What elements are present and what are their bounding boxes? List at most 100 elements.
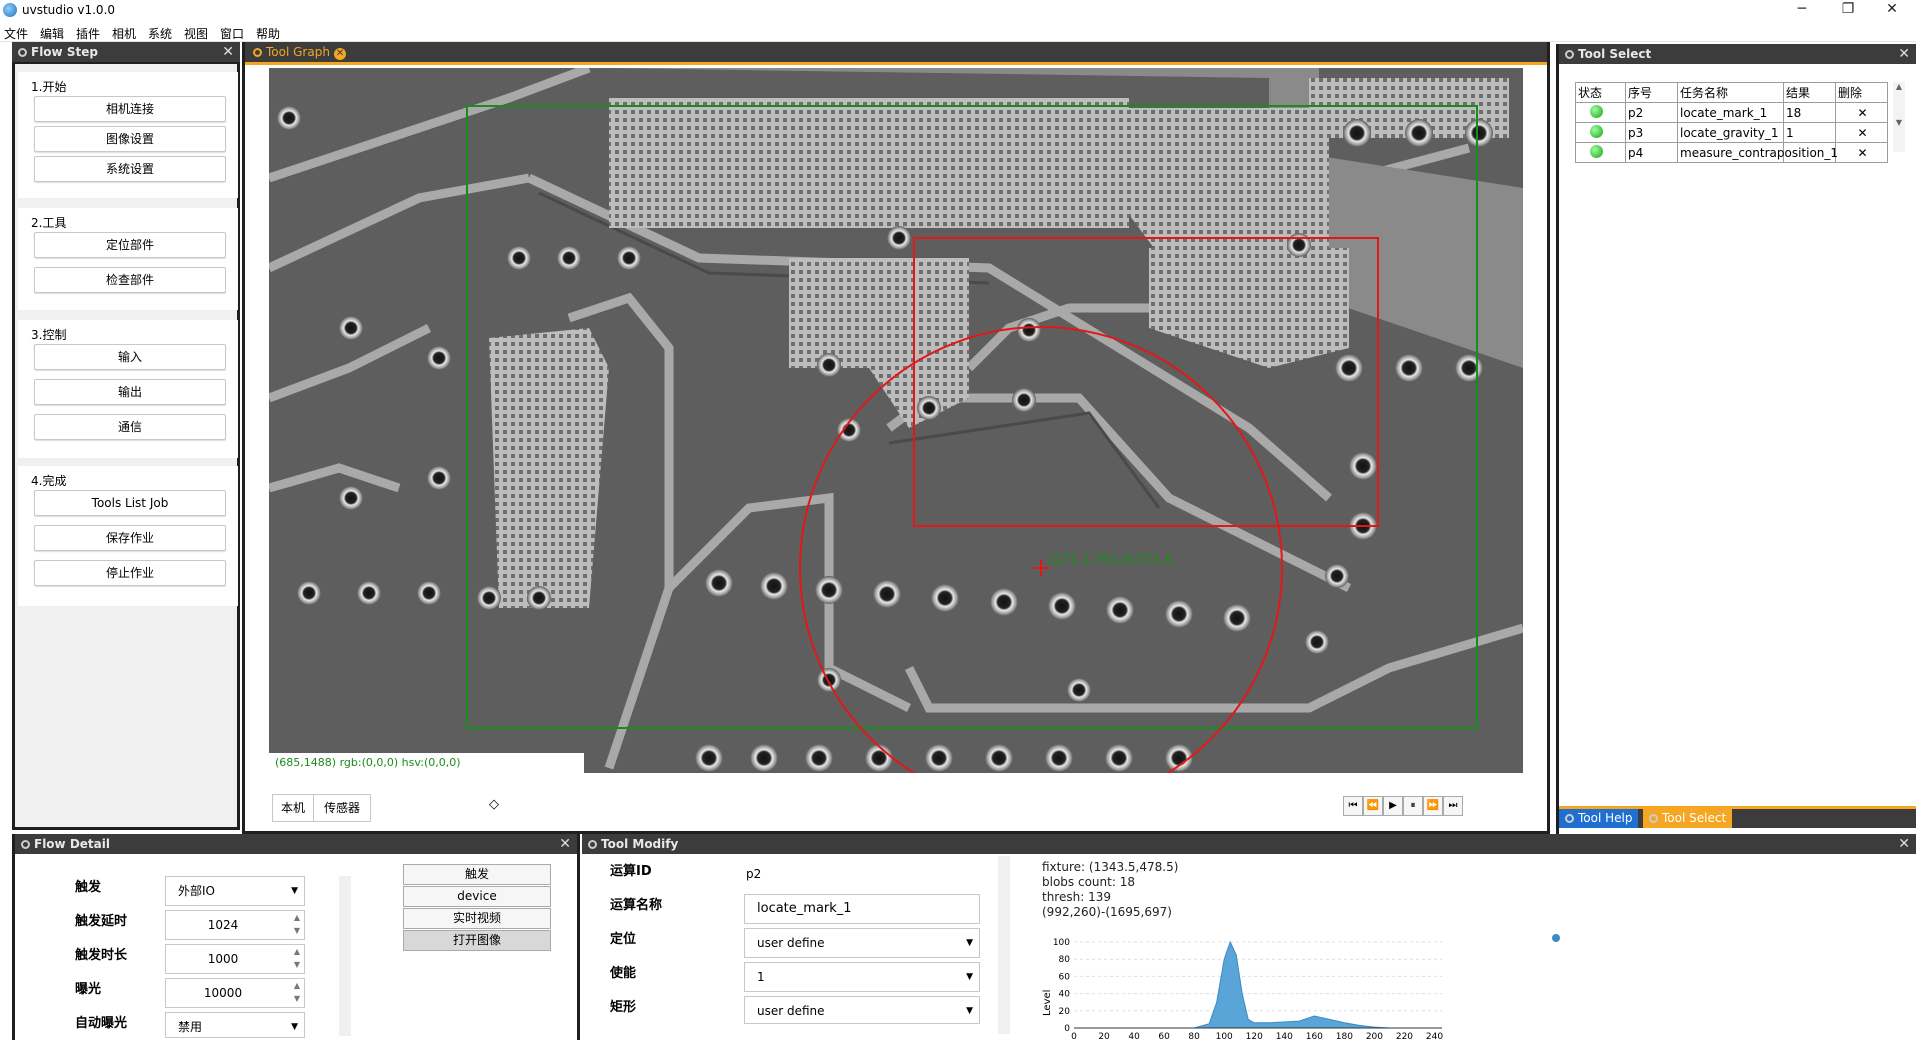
flow-group-control: 3.控制 输入 输出 通信 — [18, 320, 238, 458]
flow-group-finish: 4.完成 Tools List Job 保存作业 停止作业 — [18, 466, 238, 606]
close-icon[interactable]: ✕ — [559, 834, 571, 854]
panel-icon — [588, 840, 597, 849]
input-button[interactable]: 输入 — [34, 344, 226, 370]
fixture-readout: fixture: (1343.5,478.5) — [1042, 860, 1179, 874]
pause-button[interactable]: ⏸ — [1403, 796, 1423, 816]
tool-modify-panel: Tool Modify ✕ 运算ID p2 运算名称 locate_mark_1… — [582, 834, 1916, 1040]
menu-file[interactable]: 文件 — [4, 25, 28, 42]
close-icon[interactable]: ✕ — [222, 42, 234, 62]
restore-button[interactable]: ❐ — [1826, 0, 1870, 20]
menu-edit[interactable]: 编辑 — [40, 25, 64, 42]
rect-select[interactable]: user define ▼ — [744, 996, 980, 1024]
close-button[interactable]: ✕ — [1870, 0, 1914, 20]
status-ok-icon — [1590, 104, 1603, 118]
id-cell: p3 — [1625, 122, 1678, 143]
trigger-select[interactable]: 外部IO ▼ — [165, 876, 305, 906]
histogram-ylabel: Level — [1042, 990, 1053, 1016]
image-settings-button[interactable]: 图像设置 — [34, 126, 226, 152]
rect-label: 矩形 — [610, 1000, 637, 1015]
op-name-input[interactable]: locate_mark_1 — [744, 894, 980, 924]
camera-connect-button[interactable]: 相机连接 — [34, 96, 226, 122]
menu-plugins[interactable]: 插件 — [76, 25, 100, 42]
close-icon[interactable]: ✕ — [1898, 44, 1910, 64]
tab-underline — [245, 62, 1547, 65]
panel-icon — [18, 48, 27, 57]
locate-part-button[interactable]: 定位部件 — [34, 232, 226, 258]
delete-icon[interactable]: ✕ — [1835, 102, 1888, 123]
tab-tool-graph[interactable]: Tool Graph ✕ — [247, 42, 352, 62]
stop-job-button[interactable]: 停止作业 — [34, 560, 226, 586]
tool-graph-tabbar: Tool Graph ✕ — [245, 42, 1547, 62]
next-frame-button[interactable]: ⏩ — [1423, 796, 1443, 816]
prev-frame-button[interactable]: ⏪ — [1363, 796, 1383, 816]
save-job-button[interactable]: 保存作业 — [34, 525, 226, 551]
menu-window[interactable]: 窗口 — [220, 25, 244, 42]
delete-icon[interactable]: ✕ — [1835, 122, 1888, 143]
close-tab-icon[interactable]: ✕ — [333, 48, 346, 60]
tool-select-title: Tool Select — [1578, 47, 1652, 61]
stepper-value: 1024 — [207, 918, 239, 932]
locate-select[interactable]: user define ▼ — [744, 928, 980, 958]
name-cell: locate_gravity_1 — [1677, 122, 1784, 143]
delete-icon[interactable]: ✕ — [1835, 142, 1888, 163]
spin-arrows-icon[interactable]: ▲ ▼ — [294, 945, 300, 971]
y-tick-label: 80 — [1059, 955, 1071, 965]
locate-label: 定位 — [610, 932, 637, 947]
x-tick-label: 20 — [1098, 1032, 1110, 1040]
menu-system[interactable]: 系统 — [148, 25, 172, 42]
trigger-button[interactable]: 触发 — [403, 864, 551, 885]
spin-arrows-icon[interactable]: ▲ ▼ — [294, 979, 300, 1005]
minimize-button[interactable]: ─ — [1780, 0, 1824, 20]
system-settings-button[interactable]: 系统设置 — [34, 156, 226, 182]
expand-icon[interactable]: ◇ — [489, 797, 499, 812]
enable-select[interactable]: 1 ▼ — [744, 962, 980, 992]
tab-tool-select[interactable]: Tool Select — [1643, 809, 1733, 828]
inspect-part-button[interactable]: 检查部件 — [34, 267, 226, 293]
table-row[interactable]: p2 locate_mark_1 18 ✕ — [1575, 102, 1888, 123]
tool-modify-title: Tool Modify — [601, 837, 679, 851]
exposure-stepper[interactable]: 10000 ▲ ▼ — [165, 978, 305, 1008]
thresh-readout: thresh: 139 — [1042, 890, 1111, 904]
open-image-button[interactable]: 打开图像 — [403, 930, 551, 951]
trigger-delay-stepper[interactable]: 1024 ▲ ▼ — [165, 910, 305, 940]
menu-camera[interactable]: 相机 — [112, 25, 136, 42]
output-button[interactable]: 输出 — [34, 379, 226, 405]
table-scrollbar[interactable]: ▲ ▼ — [1893, 82, 1905, 152]
select-value: user define — [757, 936, 825, 950]
device-button[interactable]: device — [403, 886, 551, 907]
tab-local[interactable]: 本机 — [272, 794, 314, 822]
menu-view[interactable]: 视图 — [184, 25, 208, 42]
tab-sensor[interactable]: 传感器 — [313, 794, 371, 822]
spin-arrows-icon[interactable]: ▲ ▼ — [294, 911, 300, 937]
communication-button[interactable]: 通信 — [34, 414, 226, 440]
tool-select-panel: Tool Select ✕ 状态 序号 任务名称 结果 删除 p2 locate… — [1556, 44, 1916, 834]
tab-tool-help[interactable]: Tool Help — [1559, 809, 1639, 828]
center-label: (171.2,761.8)371.6 — [1047, 553, 1173, 568]
menu-help[interactable]: 帮助 — [256, 25, 280, 42]
detail-scrollbar[interactable] — [339, 876, 351, 1036]
status-cell — [1575, 102, 1626, 123]
modify-scrollbar[interactable] — [998, 856, 1010, 1034]
live-video-button[interactable]: 实时视频 — [403, 908, 551, 929]
first-frame-button[interactable]: ⏮ — [1343, 796, 1363, 816]
status-ok-icon — [1590, 124, 1603, 138]
result-cell: 18 — [1783, 102, 1836, 123]
x-tick-label: 220 — [1396, 1032, 1413, 1040]
auto-exposure-select[interactable]: 禁用 ▼ — [165, 1012, 305, 1038]
table-row[interactable]: p4 measure_contraposition_1 ✕ — [1575, 142, 1888, 163]
trigger-duration-label: 触发时长 — [75, 948, 128, 963]
flow-step-title: Flow Step — [31, 45, 98, 59]
last-frame-button[interactable]: ⏭ — [1443, 796, 1463, 816]
image-canvas[interactable]: (171.2,761.8)371.6 — [269, 68, 1523, 773]
select-value: user define — [757, 1004, 825, 1018]
panel-icon — [21, 840, 30, 849]
close-icon[interactable]: ✕ — [1898, 834, 1910, 854]
flow-group-start: 1.开始 相机连接 图像设置 系统设置 — [18, 72, 238, 198]
table-row[interactable]: p3 locate_gravity_1 1 ✕ — [1575, 122, 1888, 143]
trigger-duration-stepper[interactable]: 1000 ▲ ▼ — [165, 944, 305, 974]
col-delete: 删除 — [1835, 82, 1888, 103]
chevron-down-icon: ▼ — [291, 1022, 298, 1032]
tools-list-job-button[interactable]: Tools List Job — [34, 490, 226, 516]
play-button[interactable]: ▶ — [1383, 796, 1403, 816]
window-title: uvstudio v1.0.0 — [22, 3, 116, 17]
